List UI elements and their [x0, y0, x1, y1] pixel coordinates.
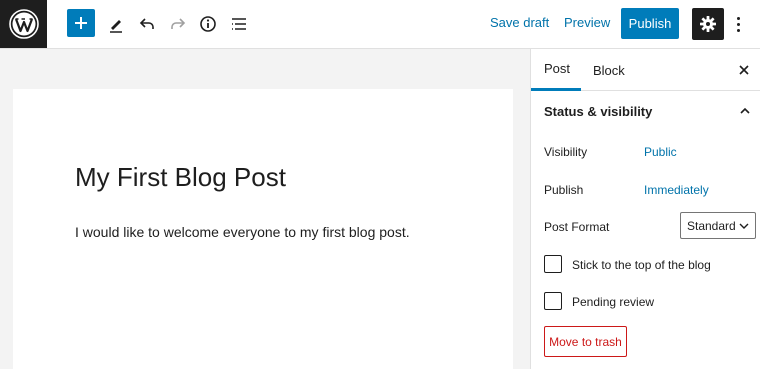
editor-document[interactable]: My First Blog Post I would like to welco… — [13, 89, 513, 369]
list-view-icon — [232, 18, 246, 30]
pencil-icon — [110, 20, 122, 33]
close-icon[interactable] — [737, 63, 751, 77]
sidebar-tabs: Post Block — [531, 49, 760, 91]
save-draft-button[interactable]: Save draft — [490, 15, 549, 30]
info-icon — [200, 16, 216, 32]
settings-sidebar: Post Block Status & visibility Visibilit… — [530, 49, 760, 369]
redo-button[interactable] — [163, 9, 193, 39]
status-visibility-panel-toggle[interactable]: Status & visibility — [531, 91, 760, 131]
tab-block[interactable]: Block — [593, 49, 625, 91]
undo-button[interactable] — [132, 9, 162, 39]
details-button[interactable] — [193, 9, 223, 39]
panel-title: Status & visibility — [544, 103, 653, 119]
gear-icon — [700, 16, 716, 32]
sticky-checkbox[interactable] — [544, 255, 562, 273]
preview-button[interactable]: Preview — [564, 15, 610, 30]
wordpress-logo-icon[interactable] — [0, 0, 47, 48]
list-view-button[interactable] — [224, 9, 254, 39]
pending-review-checkbox[interactable] — [544, 292, 562, 310]
tab-post[interactable]: Post — [531, 49, 581, 91]
visibility-label: Visibility — [544, 145, 588, 159]
tools-button[interactable] — [101, 9, 131, 39]
post-format-value: Standard — [687, 218, 736, 233]
undo-icon — [139, 18, 154, 29]
move-to-trash-button[interactable]: Move to trash — [544, 326, 627, 357]
add-block-button[interactable] — [67, 9, 95, 37]
publish-label: Publish — [544, 183, 584, 197]
paragraph-block[interactable]: I would like to welcome everyone to my f… — [75, 224, 410, 240]
visibility-toggle[interactable]: Public — [644, 145, 677, 159]
settings-button[interactable] — [692, 8, 724, 40]
publish-date-toggle[interactable]: Immediately — [644, 183, 709, 197]
editor-canvas: My First Blog Post I would like to welco… — [0, 49, 530, 369]
more-vertical-icon — [736, 16, 740, 20]
top-toolbar: Save draft Preview Publish — [0, 0, 760, 49]
publish-button[interactable]: Publish — [621, 8, 679, 39]
chevron-down-icon — [739, 223, 749, 229]
pending-review-label: Pending review — [572, 295, 655, 309]
redo-icon — [171, 18, 186, 29]
post-title[interactable]: My First Blog Post — [75, 162, 286, 193]
plus-icon — [75, 17, 87, 29]
more-options-button[interactable] — [730, 12, 746, 36]
sticky-label: Stick to the top of the blog — [572, 258, 711, 272]
chevron-up-icon — [740, 107, 750, 114]
post-format-label: Post Format — [544, 220, 610, 234]
post-format-select[interactable]: Standard — [680, 212, 756, 239]
